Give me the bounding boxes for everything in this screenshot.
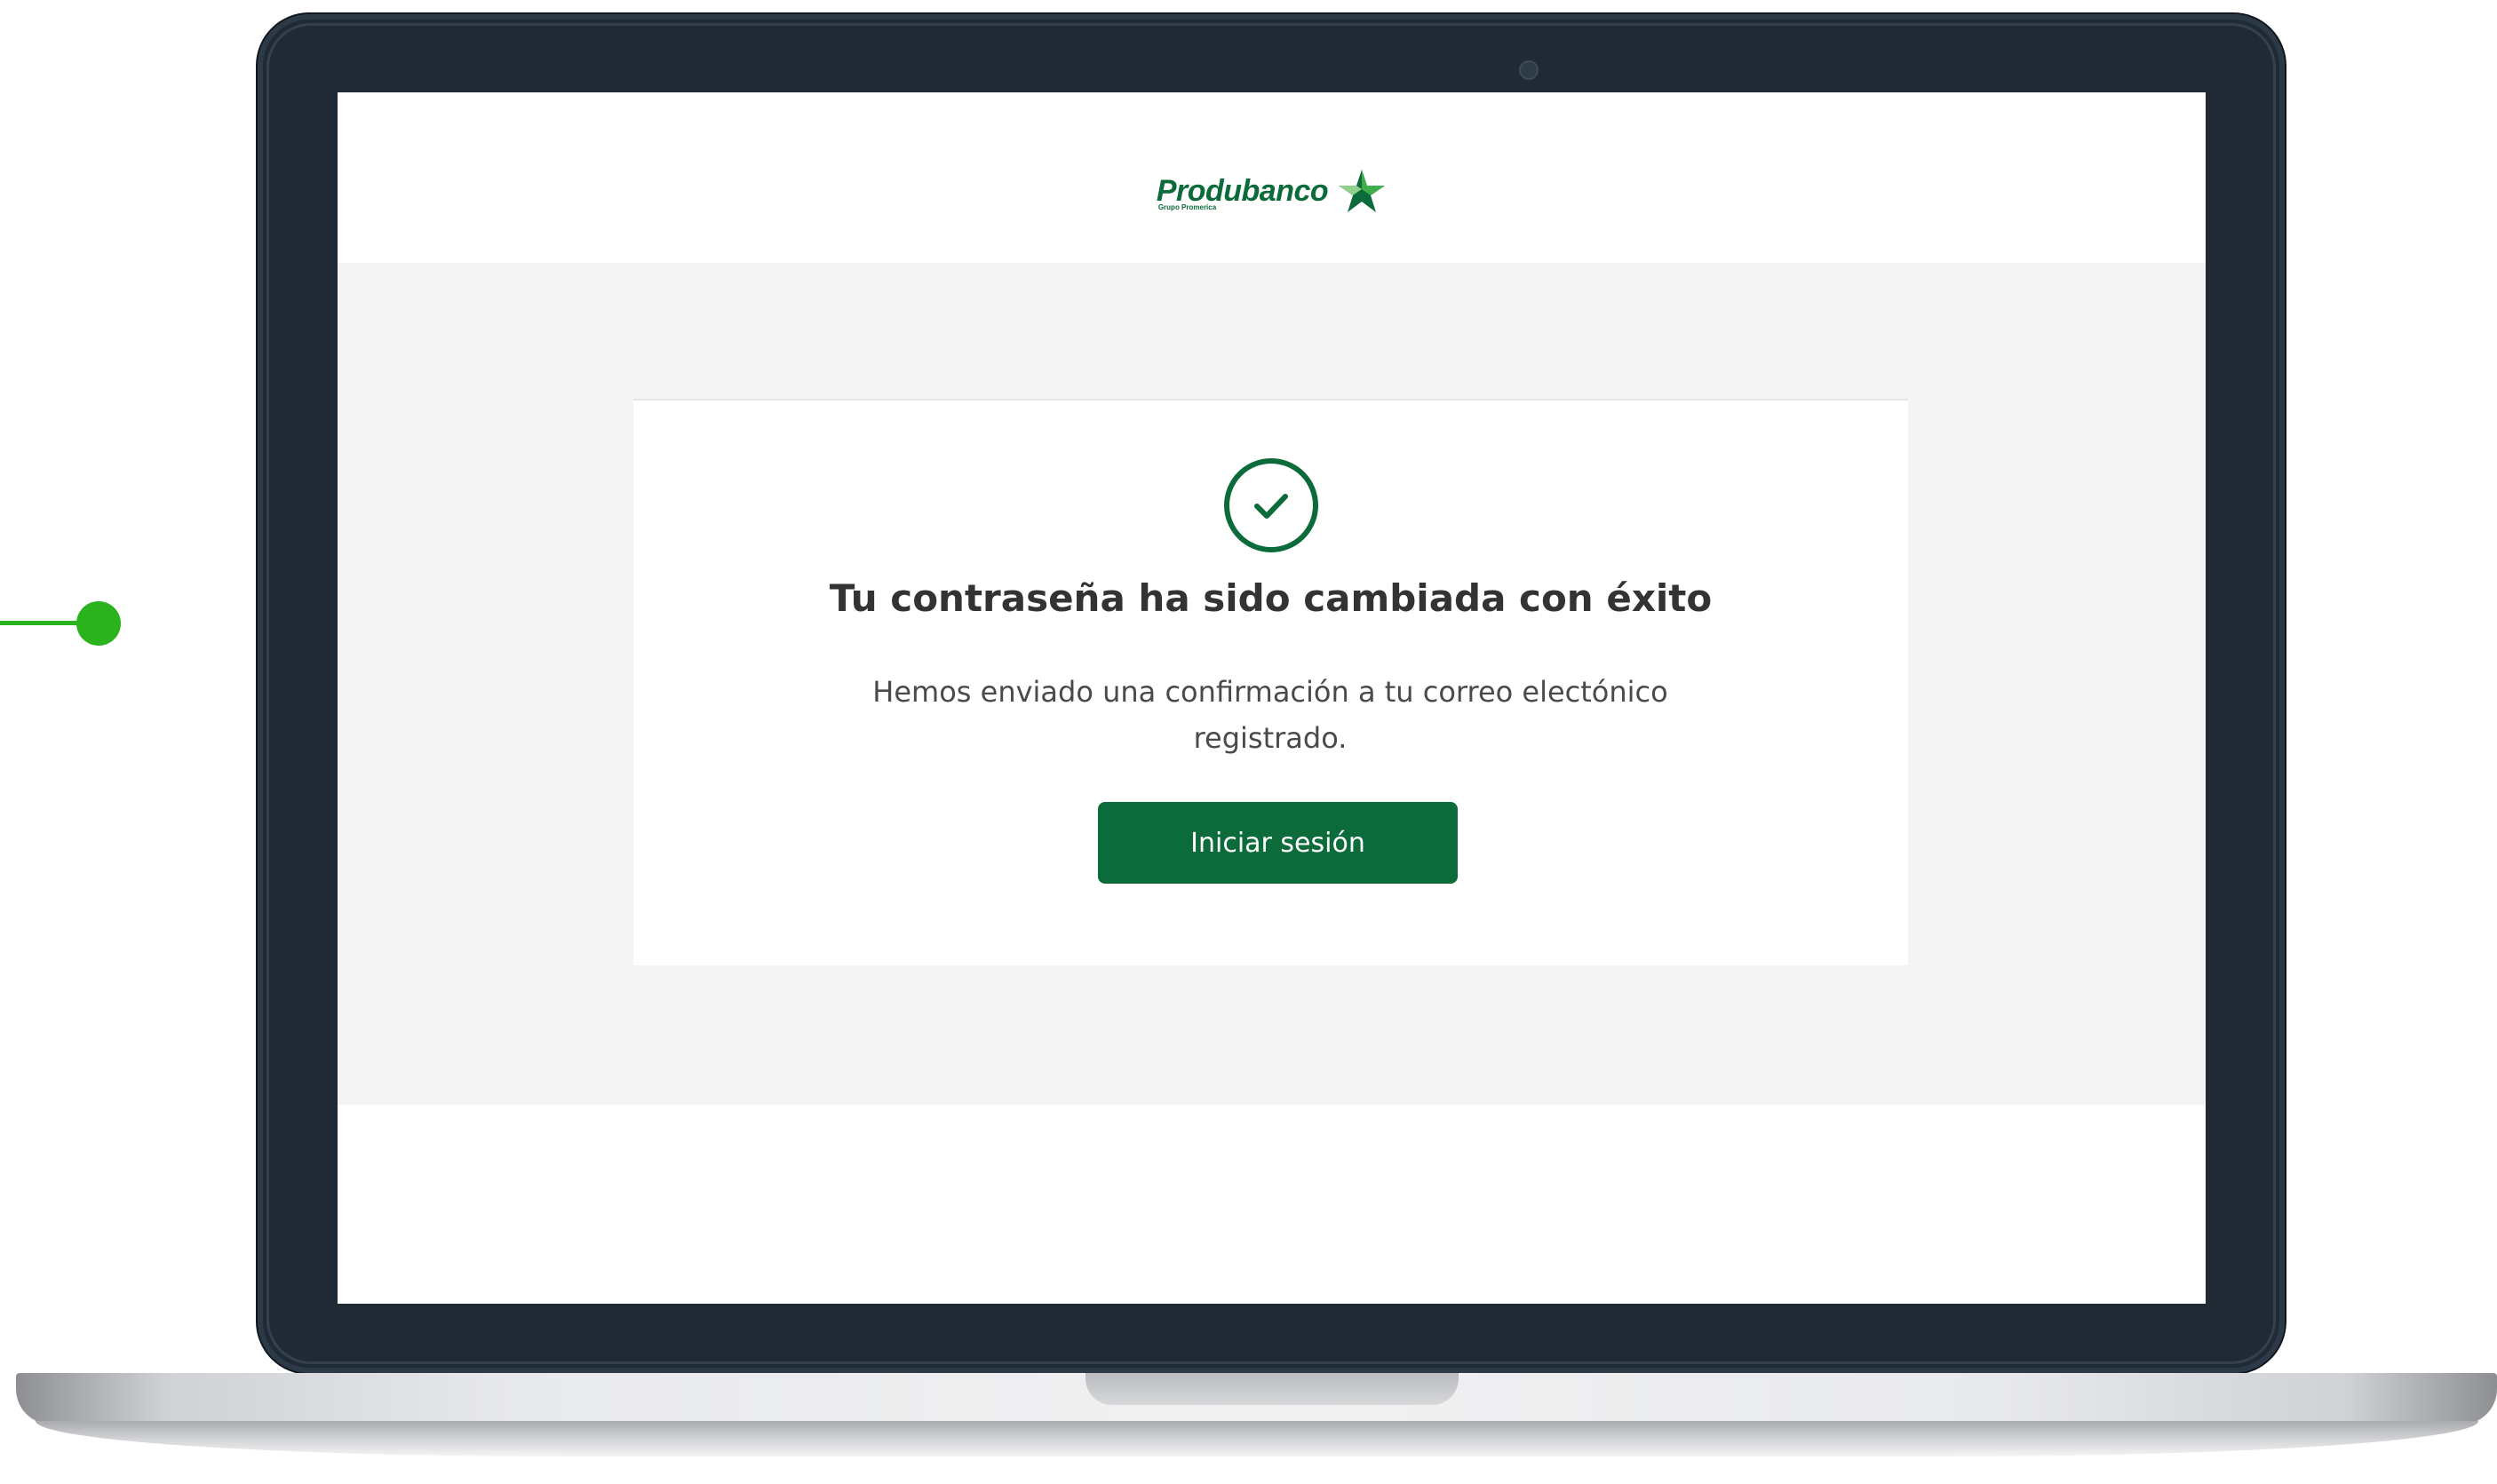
logo-tagline: Grupo Promerica [1157, 203, 1217, 211]
laptop-screen: Produbanco Grupo Promerica Tu contraseña… [338, 92, 2206, 1304]
callout-dot [76, 601, 121, 646]
star-logo-icon [1339, 170, 1386, 212]
success-message: Hemos enviado una confirmación a tu corr… [872, 675, 1668, 755]
webcam-icon [1519, 60, 1539, 80]
produbanco-logo[interactable]: Produbanco Grupo Promerica [1157, 168, 1387, 214]
check-circle-icon [1224, 458, 1318, 552]
laptop-hinge-notch [1085, 1373, 1459, 1405]
success-title: Tu contraseña ha sido cambiada con éxito [829, 576, 1713, 620]
login-button[interactable]: Iniciar sesión [1098, 802, 1458, 884]
header: Produbanco Grupo Promerica [338, 92, 2206, 263]
callout-connector [0, 621, 83, 625]
laptop-base-edge [36, 1421, 2478, 1456]
success-card: Tu contraseña ha sido cambiada con éxito… [633, 399, 1908, 965]
stage: Produbanco Grupo Promerica Tu contraseña… [0, 0, 2497, 1484]
